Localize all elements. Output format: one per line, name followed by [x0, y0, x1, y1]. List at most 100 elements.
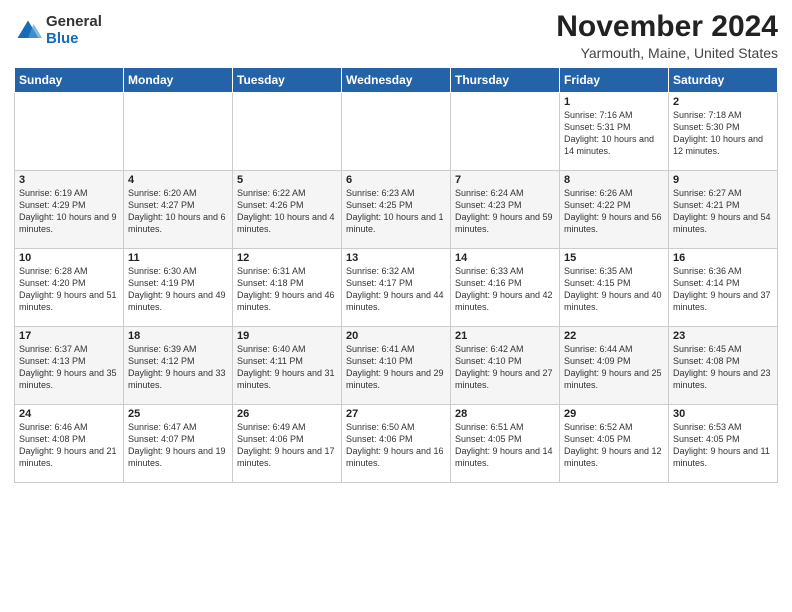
day-number: 18	[128, 330, 228, 342]
day-info: Sunrise: 6:22 AM Sunset: 4:26 PM Dayligh…	[237, 187, 337, 236]
day-info: Sunrise: 7:16 AM Sunset: 5:31 PM Dayligh…	[564, 109, 664, 158]
calendar-cell-0-2	[233, 93, 342, 171]
calendar-cell-1-0: 3Sunrise: 6:19 AM Sunset: 4:29 PM Daylig…	[15, 171, 124, 249]
col-tuesday: Tuesday	[233, 68, 342, 93]
day-info: Sunrise: 6:33 AM Sunset: 4:16 PM Dayligh…	[455, 265, 555, 314]
week-row-5: 24Sunrise: 6:46 AM Sunset: 4:08 PM Dayli…	[15, 405, 778, 483]
day-number: 28	[455, 408, 555, 420]
day-number: 2	[673, 96, 773, 108]
day-number: 3	[19, 174, 119, 186]
day-number: 5	[237, 174, 337, 186]
calendar-cell-3-0: 17Sunrise: 6:37 AM Sunset: 4:13 PM Dayli…	[15, 327, 124, 405]
day-info: Sunrise: 6:51 AM Sunset: 4:05 PM Dayligh…	[455, 421, 555, 470]
day-info: Sunrise: 6:52 AM Sunset: 4:05 PM Dayligh…	[564, 421, 664, 470]
calendar-cell-1-6: 9Sunrise: 6:27 AM Sunset: 4:21 PM Daylig…	[669, 171, 778, 249]
week-row-2: 3Sunrise: 6:19 AM Sunset: 4:29 PM Daylig…	[15, 171, 778, 249]
logo-blue-text: Blue	[46, 31, 102, 48]
calendar-cell-3-1: 18Sunrise: 6:39 AM Sunset: 4:12 PM Dayli…	[124, 327, 233, 405]
calendar-cell-0-1	[124, 93, 233, 171]
calendar-cell-2-6: 16Sunrise: 6:36 AM Sunset: 4:14 PM Dayli…	[669, 249, 778, 327]
day-info: Sunrise: 6:23 AM Sunset: 4:25 PM Dayligh…	[346, 187, 446, 236]
day-number: 23	[673, 330, 773, 342]
calendar-cell-4-4: 28Sunrise: 6:51 AM Sunset: 4:05 PM Dayli…	[451, 405, 560, 483]
calendar-cell-0-6: 2Sunrise: 7:18 AM Sunset: 5:30 PM Daylig…	[669, 93, 778, 171]
day-number: 8	[564, 174, 664, 186]
calendar-cell-0-3	[342, 93, 451, 171]
calendar-header-row: Sunday Monday Tuesday Wednesday Thursday…	[15, 68, 778, 93]
calendar-cell-0-0	[15, 93, 124, 171]
day-number: 21	[455, 330, 555, 342]
col-thursday: Thursday	[451, 68, 560, 93]
location: Yarmouth, Maine, United States	[556, 45, 778, 61]
day-number: 13	[346, 252, 446, 264]
day-info: Sunrise: 6:24 AM Sunset: 4:23 PM Dayligh…	[455, 187, 555, 236]
day-number: 29	[564, 408, 664, 420]
calendar-table: Sunday Monday Tuesday Wednesday Thursday…	[14, 67, 778, 483]
calendar-cell-1-1: 4Sunrise: 6:20 AM Sunset: 4:27 PM Daylig…	[124, 171, 233, 249]
day-number: 26	[237, 408, 337, 420]
day-info: Sunrise: 6:26 AM Sunset: 4:22 PM Dayligh…	[564, 187, 664, 236]
day-number: 30	[673, 408, 773, 420]
day-number: 1	[564, 96, 664, 108]
day-info: Sunrise: 7:18 AM Sunset: 5:30 PM Dayligh…	[673, 109, 773, 158]
calendar-cell-1-4: 7Sunrise: 6:24 AM Sunset: 4:23 PM Daylig…	[451, 171, 560, 249]
calendar-cell-1-2: 5Sunrise: 6:22 AM Sunset: 4:26 PM Daylig…	[233, 171, 342, 249]
day-number: 17	[19, 330, 119, 342]
calendar-cell-3-2: 19Sunrise: 6:40 AM Sunset: 4:11 PM Dayli…	[233, 327, 342, 405]
day-number: 27	[346, 408, 446, 420]
day-info: Sunrise: 6:27 AM Sunset: 4:21 PM Dayligh…	[673, 187, 773, 236]
calendar-cell-2-1: 11Sunrise: 6:30 AM Sunset: 4:19 PM Dayli…	[124, 249, 233, 327]
calendar-cell-4-1: 25Sunrise: 6:47 AM Sunset: 4:07 PM Dayli…	[124, 405, 233, 483]
day-number: 11	[128, 252, 228, 264]
day-info: Sunrise: 6:39 AM Sunset: 4:12 PM Dayligh…	[128, 343, 228, 392]
week-row-4: 17Sunrise: 6:37 AM Sunset: 4:13 PM Dayli…	[15, 327, 778, 405]
calendar-cell-2-0: 10Sunrise: 6:28 AM Sunset: 4:20 PM Dayli…	[15, 249, 124, 327]
day-info: Sunrise: 6:47 AM Sunset: 4:07 PM Dayligh…	[128, 421, 228, 470]
day-info: Sunrise: 6:45 AM Sunset: 4:08 PM Dayligh…	[673, 343, 773, 392]
col-monday: Monday	[124, 68, 233, 93]
day-info: Sunrise: 6:31 AM Sunset: 4:18 PM Dayligh…	[237, 265, 337, 314]
day-info: Sunrise: 6:44 AM Sunset: 4:09 PM Dayligh…	[564, 343, 664, 392]
day-number: 19	[237, 330, 337, 342]
day-info: Sunrise: 6:20 AM Sunset: 4:27 PM Dayligh…	[128, 187, 228, 236]
calendar-cell-0-4	[451, 93, 560, 171]
calendar-cell-4-6: 30Sunrise: 6:53 AM Sunset: 4:05 PM Dayli…	[669, 405, 778, 483]
day-info: Sunrise: 6:53 AM Sunset: 4:05 PM Dayligh…	[673, 421, 773, 470]
calendar-cell-3-5: 22Sunrise: 6:44 AM Sunset: 4:09 PM Dayli…	[560, 327, 669, 405]
calendar-cell-4-0: 24Sunrise: 6:46 AM Sunset: 4:08 PM Dayli…	[15, 405, 124, 483]
calendar-cell-1-5: 8Sunrise: 6:26 AM Sunset: 4:22 PM Daylig…	[560, 171, 669, 249]
day-number: 6	[346, 174, 446, 186]
day-info: Sunrise: 6:37 AM Sunset: 4:13 PM Dayligh…	[19, 343, 119, 392]
day-number: 12	[237, 252, 337, 264]
day-number: 9	[673, 174, 773, 186]
day-info: Sunrise: 6:35 AM Sunset: 4:15 PM Dayligh…	[564, 265, 664, 314]
logo-text: General Blue	[46, 14, 102, 47]
day-number: 16	[673, 252, 773, 264]
calendar-cell-3-3: 20Sunrise: 6:41 AM Sunset: 4:10 PM Dayli…	[342, 327, 451, 405]
calendar-cell-2-3: 13Sunrise: 6:32 AM Sunset: 4:17 PM Dayli…	[342, 249, 451, 327]
day-info: Sunrise: 6:28 AM Sunset: 4:20 PM Dayligh…	[19, 265, 119, 314]
month-title: November 2024	[556, 10, 778, 43]
col-wednesday: Wednesday	[342, 68, 451, 93]
calendar-cell-4-3: 27Sunrise: 6:50 AM Sunset: 4:06 PM Dayli…	[342, 405, 451, 483]
week-row-1: 1Sunrise: 7:16 AM Sunset: 5:31 PM Daylig…	[15, 93, 778, 171]
day-number: 14	[455, 252, 555, 264]
logo-icon	[14, 17, 42, 45]
day-info: Sunrise: 6:40 AM Sunset: 4:11 PM Dayligh…	[237, 343, 337, 392]
day-number: 15	[564, 252, 664, 264]
day-info: Sunrise: 6:41 AM Sunset: 4:10 PM Dayligh…	[346, 343, 446, 392]
day-number: 20	[346, 330, 446, 342]
calendar-cell-2-2: 12Sunrise: 6:31 AM Sunset: 4:18 PM Dayli…	[233, 249, 342, 327]
calendar-cell-3-4: 21Sunrise: 6:42 AM Sunset: 4:10 PM Dayli…	[451, 327, 560, 405]
calendar-cell-4-2: 26Sunrise: 6:49 AM Sunset: 4:06 PM Dayli…	[233, 405, 342, 483]
header: General Blue November 2024 Yarmouth, Mai…	[14, 10, 778, 61]
title-block: November 2024 Yarmouth, Maine, United St…	[556, 10, 778, 61]
day-info: Sunrise: 6:19 AM Sunset: 4:29 PM Dayligh…	[19, 187, 119, 236]
calendar-cell-0-5: 1Sunrise: 7:16 AM Sunset: 5:31 PM Daylig…	[560, 93, 669, 171]
day-info: Sunrise: 6:32 AM Sunset: 4:17 PM Dayligh…	[346, 265, 446, 314]
day-info: Sunrise: 6:30 AM Sunset: 4:19 PM Dayligh…	[128, 265, 228, 314]
day-info: Sunrise: 6:46 AM Sunset: 4:08 PM Dayligh…	[19, 421, 119, 470]
calendar-cell-1-3: 6Sunrise: 6:23 AM Sunset: 4:25 PM Daylig…	[342, 171, 451, 249]
day-number: 22	[564, 330, 664, 342]
page-container: General Blue November 2024 Yarmouth, Mai…	[0, 0, 792, 612]
